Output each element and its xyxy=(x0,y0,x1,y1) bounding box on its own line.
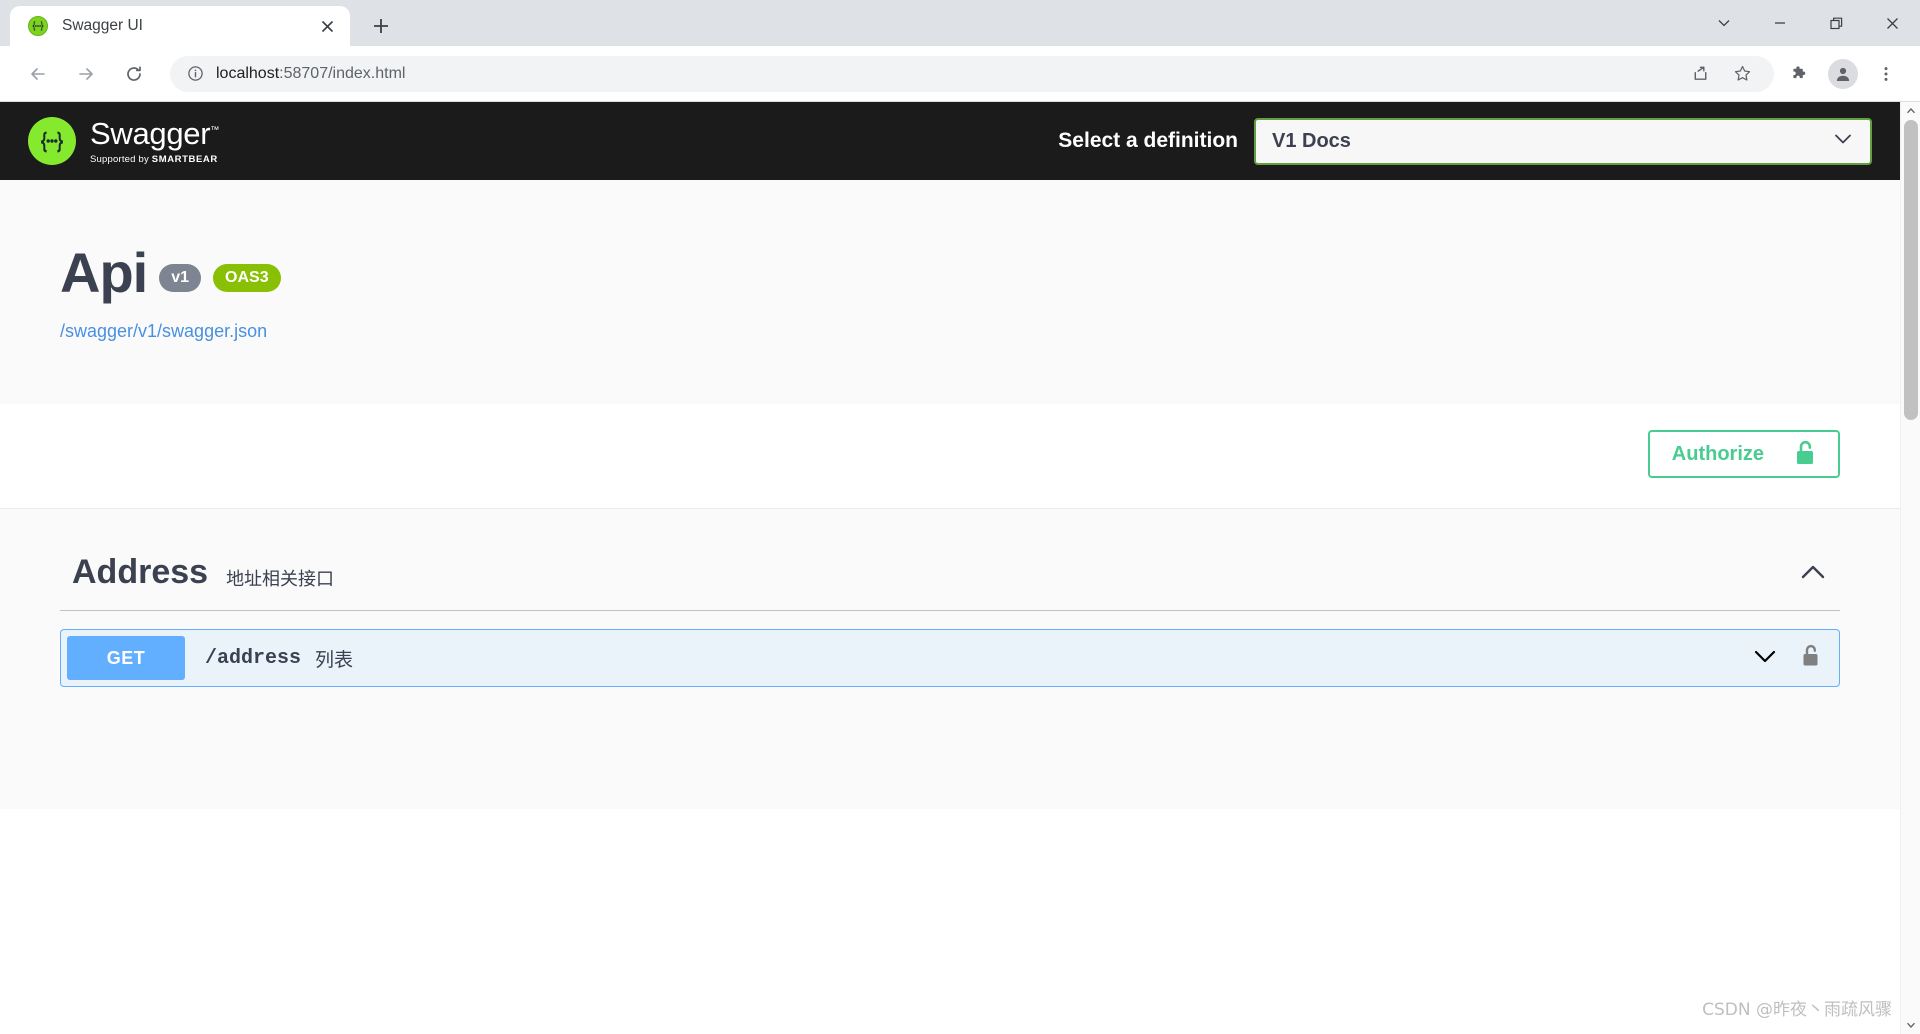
site-info-icon[interactable] xyxy=(184,63,206,85)
tab-close-icon[interactable] xyxy=(316,15,338,37)
swagger-favicon-icon xyxy=(28,16,48,36)
trademark-symbol: ™ xyxy=(210,124,219,135)
scroll-down-arrow[interactable] xyxy=(1901,1016,1920,1034)
new-tab-button[interactable] xyxy=(364,9,398,43)
swagger-logo[interactable]: Swagger™ Supported by SMARTBEAR xyxy=(28,117,219,165)
share-button[interactable] xyxy=(1682,56,1718,92)
person-avatar-icon xyxy=(1836,67,1850,81)
supported-by-text: Supported by SMARTBEAR xyxy=(90,154,219,165)
swagger-wordmark-text: Swagger xyxy=(90,115,211,151)
forward-arrow-icon xyxy=(79,67,93,80)
swagger-logo-icon xyxy=(28,117,76,165)
browser-toolbar: localhost:58707/index.html xyxy=(0,46,1920,102)
authorize-section: Authorize xyxy=(0,404,1900,509)
api-version-badge: v1 xyxy=(159,263,202,292)
spec-json-link[interactable]: /swagger/v1/swagger.json xyxy=(60,321,267,342)
unlocked-padlock-icon xyxy=(1794,440,1816,469)
scroll-up-arrow[interactable] xyxy=(1901,102,1920,120)
tag-block-address: Address 地址相关接口 GET /address 列表 xyxy=(30,543,1870,687)
operation-row-get-address[interactable]: GET /address 列表 xyxy=(60,629,1840,687)
tab-search-button[interactable] xyxy=(1696,0,1752,46)
csdn-watermark: CSDN @昨夜丶雨疏风骤 xyxy=(1702,1000,1892,1020)
page-scrollbar[interactable] xyxy=(1900,102,1920,1034)
minimize-icon xyxy=(1775,22,1785,24)
tab-strip: Swagger UI xyxy=(0,0,1920,46)
restore-icon xyxy=(1829,17,1842,29)
definition-label: Select a definition xyxy=(1058,129,1238,152)
tab-title: Swagger UI xyxy=(62,17,143,34)
back-arrow-icon xyxy=(31,67,45,80)
plus-icon xyxy=(374,19,388,33)
browser-window: Swagger UI localhost:58707/index.html Sw… xyxy=(0,0,1920,1034)
reload-icon xyxy=(127,65,141,81)
close-window-button[interactable] xyxy=(1864,0,1920,46)
puzzle-icon xyxy=(1793,65,1806,78)
chevron-up-icon[interactable] xyxy=(1798,558,1828,588)
unlocked-padlock-icon[interactable] xyxy=(1801,644,1821,673)
tag-header[interactable]: Address 地址相关接口 xyxy=(60,543,1840,611)
api-info-section: Api v1 OAS3 /swagger/v1/swagger.json xyxy=(0,180,1900,404)
extensions-button[interactable] xyxy=(1782,56,1818,92)
browser-tab[interactable]: Swagger UI xyxy=(10,6,350,46)
operations-section: Address 地址相关接口 GET /address 列表 xyxy=(0,509,1900,809)
profile-button[interactable] xyxy=(1828,58,1858,89)
chevron-down-icon xyxy=(1718,20,1730,27)
scrollbar-thumb[interactable] xyxy=(1904,120,1918,420)
tag-name: Address xyxy=(72,553,209,591)
url-path: :58707/index.html xyxy=(279,64,406,82)
three-dot-menu-icon xyxy=(1884,66,1888,81)
back-button[interactable] xyxy=(20,56,56,92)
operation-summary: 列表 xyxy=(315,649,354,671)
operation-path: /address xyxy=(205,646,302,670)
swagger-wordmark: Swagger™ xyxy=(90,118,219,149)
page-title: Api xyxy=(60,241,148,304)
star-icon xyxy=(1734,65,1750,81)
http-method-badge: GET xyxy=(67,636,185,680)
authorize-button-label: Authorize xyxy=(1671,442,1764,465)
supported-by-prefix: Supported by xyxy=(90,153,152,165)
chevron-down-icon xyxy=(1832,128,1854,155)
maximize-button[interactable] xyxy=(1808,0,1864,46)
authorize-button[interactable]: Authorize xyxy=(1647,430,1840,478)
bookmark-button[interactable] xyxy=(1724,56,1760,92)
address-bar[interactable]: localhost:58707/index.html xyxy=(170,55,1774,92)
swagger-topbar: Swagger™ Supported by SMARTBEAR Select a… xyxy=(0,102,1900,180)
swagger-ui-page: Swagger™ Supported by SMARTBEAR Select a… xyxy=(0,102,1920,1034)
reload-button[interactable] xyxy=(116,56,152,92)
api-title-row: Api v1 OAS3 xyxy=(60,240,1840,305)
definition-selector-group: Select a definition V1 Docs xyxy=(1058,117,1872,165)
url-text: localhost:58707/index.html xyxy=(216,65,405,83)
definition-select[interactable]: V1 Docs xyxy=(1254,117,1872,165)
share-icon xyxy=(1694,66,1706,80)
window-controls xyxy=(1696,0,1920,46)
smartbear-brand: SMARTBEAR xyxy=(151,153,218,165)
forward-button[interactable] xyxy=(68,56,104,92)
definition-selected-value: V1 Docs xyxy=(1272,129,1351,152)
url-host: localhost xyxy=(216,64,280,82)
oas-version-badge: OAS3 xyxy=(213,263,281,292)
minimize-button[interactable] xyxy=(1752,0,1808,46)
chevron-down-icon[interactable] xyxy=(1751,642,1779,675)
browser-menu-button[interactable] xyxy=(1868,56,1904,92)
close-icon xyxy=(1886,17,1898,29)
tag-description: 地址相关接口 xyxy=(226,568,335,589)
